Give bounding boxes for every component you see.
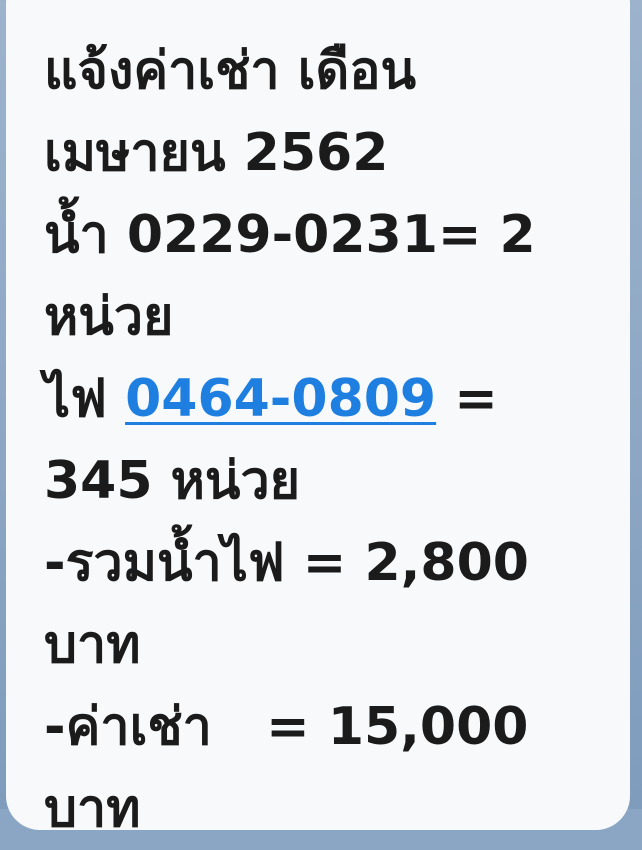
message-line: บาท <box>44 615 141 675</box>
message-line: 345 หน่วย <box>44 451 301 511</box>
message-line: น้ำ 0229-0231= 2 <box>44 205 536 265</box>
message-line: -ค่าเช่า = 15,000 <box>44 697 529 757</box>
message-line-electricity: ไฟ 0464-0809 = <box>44 358 630 440</box>
electricity-label: ไฟ <box>44 369 126 429</box>
message-line: หน่วย <box>44 287 174 347</box>
equals-sign: = <box>436 369 498 429</box>
message-bubble[interactable]: แจ้งค่าเช่า เดือน เมษายน 2562 น้ำ 0229-0… <box>6 0 630 839</box>
message-line: -รวมน้ำไฟ = 2,800 <box>44 533 529 593</box>
number-link[interactable]: 0464-0809 <box>125 369 436 429</box>
message-line: เมษายน 2562 <box>44 123 389 183</box>
message-line: แจ้งค่าเช่า เดือน <box>44 41 417 101</box>
message-line: บาท <box>44 779 141 839</box>
